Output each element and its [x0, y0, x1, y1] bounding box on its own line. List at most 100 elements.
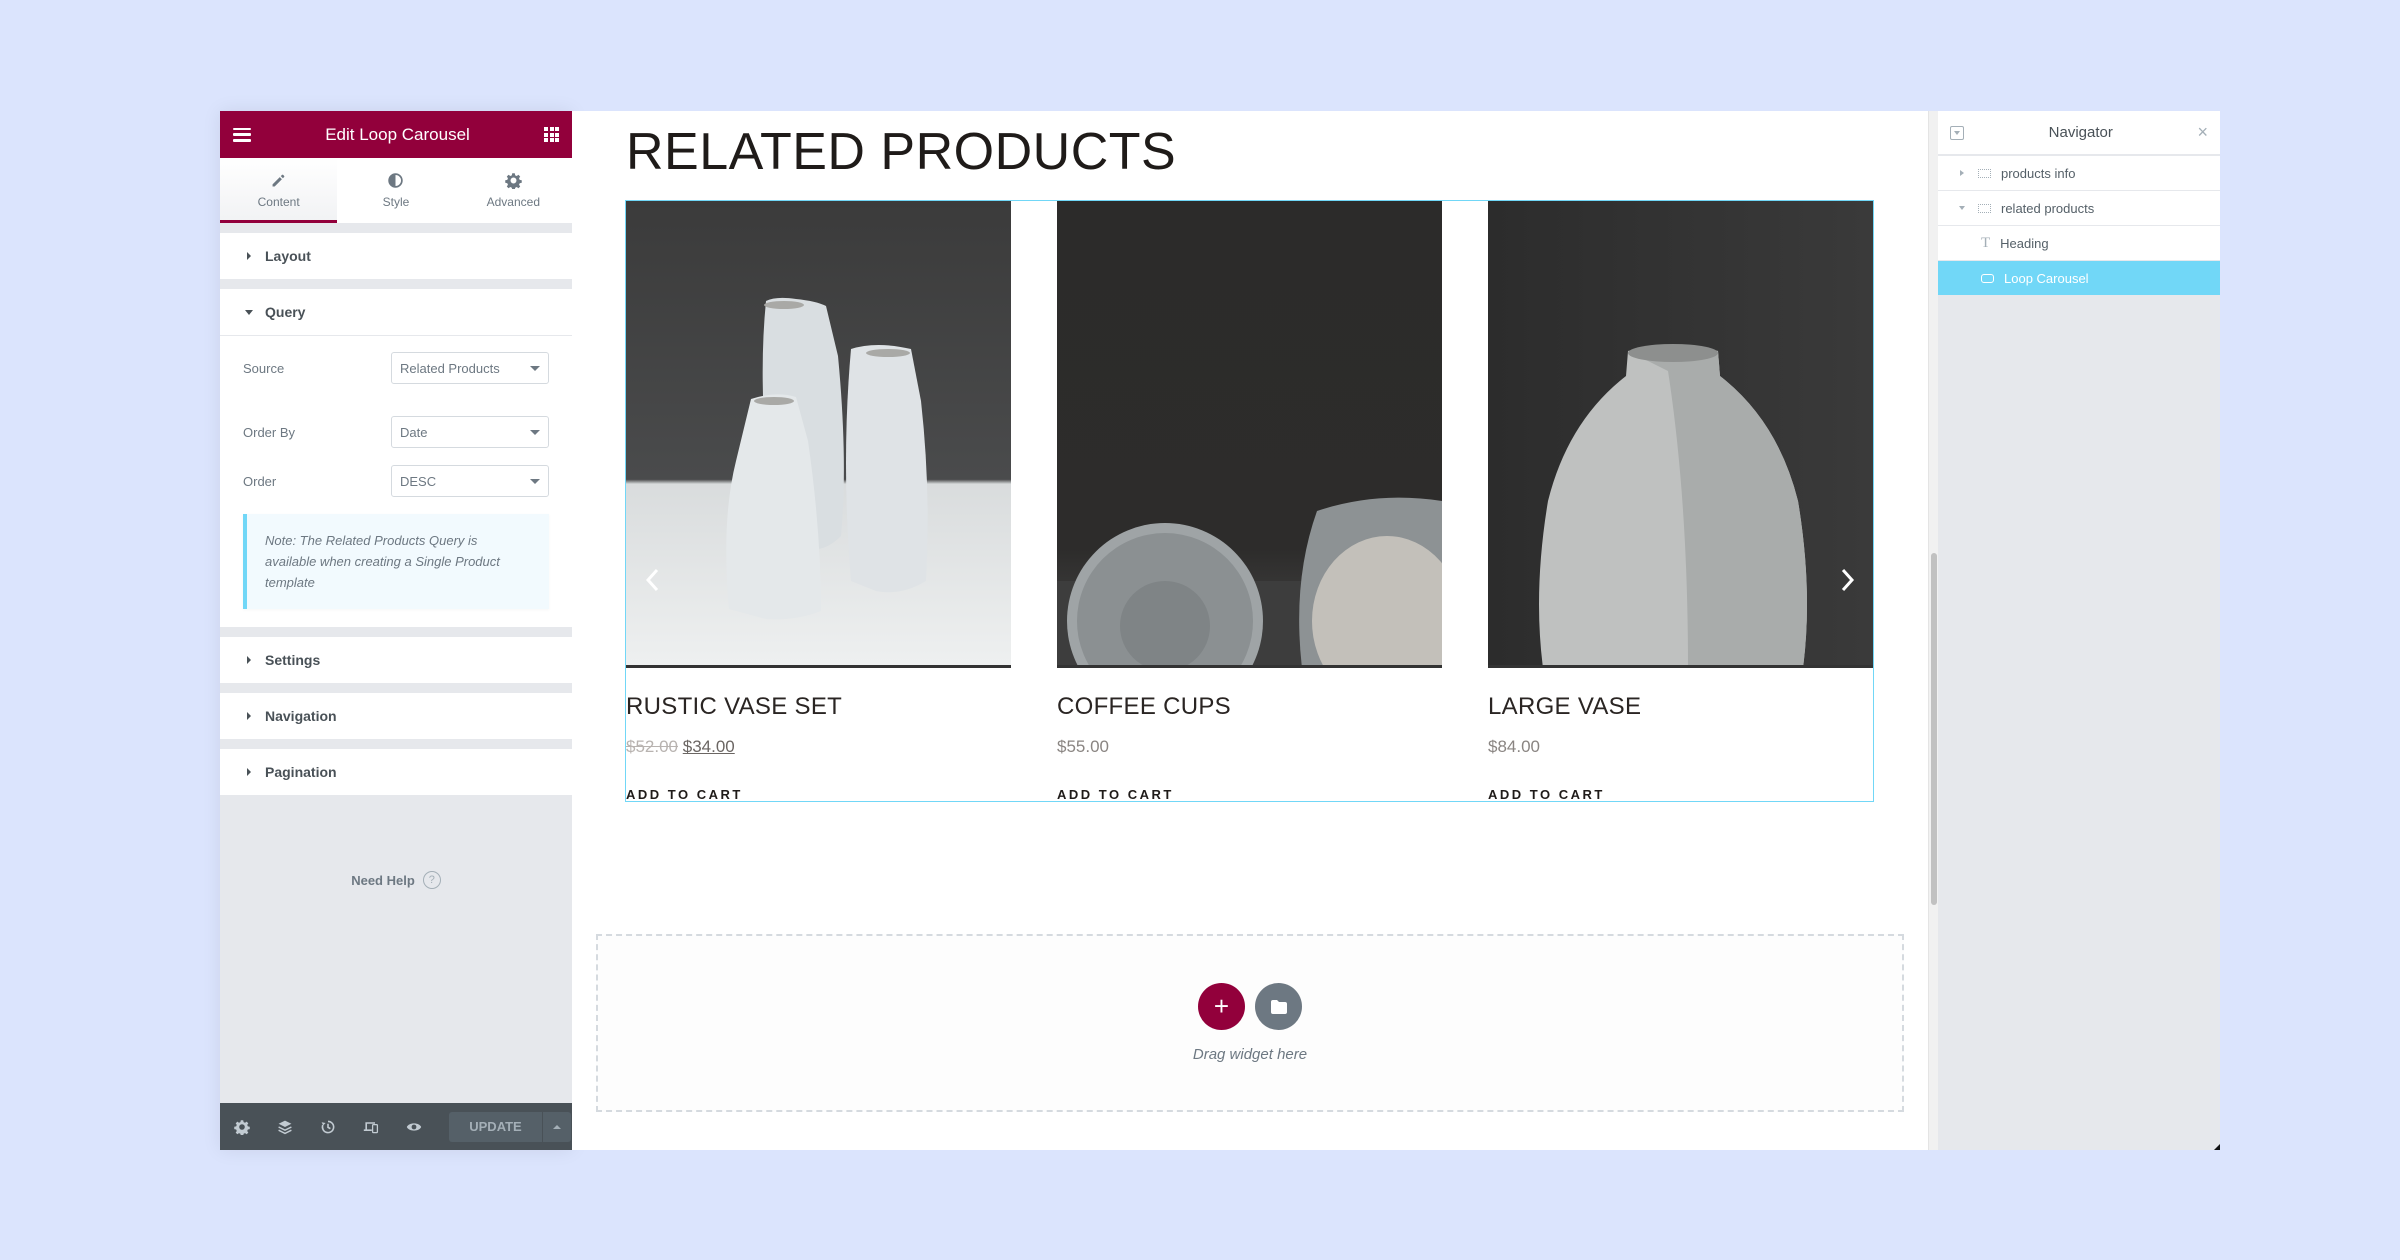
add-template-button[interactable]: [1255, 983, 1302, 1030]
add-to-cart-button[interactable]: ADD TO CART: [626, 787, 1011, 802]
dropzone-actions: +: [1198, 983, 1302, 1030]
order-select[interactable]: DESC: [391, 465, 549, 497]
section-layout-toggle[interactable]: Layout: [220, 233, 572, 279]
nav-item-related-products[interactable]: related products: [1938, 191, 2220, 226]
expand-toggle[interactable]: [1954, 170, 1970, 176]
chevron-down-icon: [530, 429, 540, 435]
navigator-header[interactable]: Navigator ×: [1938, 111, 2220, 156]
product-sale-price: $34.00: [682, 737, 735, 756]
empty-section-dropzone[interactable]: + Drag widget here: [596, 934, 1904, 1112]
rustic-vase-set-image[interactable]: [626, 201, 1011, 668]
nav-item-label: Loop Carousel: [2004, 270, 2089, 286]
dropzone-hint: Drag widget here: [1192, 1046, 1308, 1063]
canvas-scrollbar[interactable]: [1928, 111, 1938, 1150]
product-price: $52.00 $34.00: [626, 737, 1011, 757]
product-card[interactable]: RUSTIC VASE SET $52.00 $34.00 ADD TO CAR…: [626, 201, 1011, 802]
order-by-label: Order By: [243, 424, 296, 440]
query-controls: Source Related Products Order By Date Or…: [220, 335, 572, 627]
order-by-control: Order By Date: [243, 416, 549, 448]
add-section-button[interactable]: +: [1198, 983, 1245, 1030]
caret-right-icon: [1960, 170, 1964, 176]
expand-toggle[interactable]: [1954, 206, 1970, 210]
navigator-title: Navigator: [2048, 124, 2113, 141]
chevron-right-icon: [1841, 568, 1855, 592]
carousel-prev-button[interactable]: [640, 564, 664, 596]
widgets-grid-icon[interactable]: [544, 127, 559, 142]
tab-content[interactable]: Content: [220, 158, 338, 223]
update-button[interactable]: UPDATE: [449, 1111, 543, 1142]
layers-icon: [278, 1120, 292, 1134]
section-query-label: Query: [265, 304, 306, 320]
editor-title: Edit Loop Carousel: [325, 124, 470, 144]
caret-up-icon: [553, 1124, 561, 1129]
caret-right-icon: [247, 712, 251, 720]
carousel-icon: [1981, 273, 1994, 283]
order-control: Order DESC: [243, 465, 549, 497]
tab-content-label: Content: [257, 195, 300, 209]
nav-item-heading[interactable]: T Heading: [1938, 226, 2220, 261]
section-settings: Settings: [220, 637, 572, 683]
caret-down-icon: [1959, 206, 1965, 210]
section-pagination-toggle[interactable]: Pagination: [220, 749, 572, 795]
save-options-button[interactable]: [543, 1112, 571, 1142]
related-products-heading[interactable]: RELATED PRODUCTS: [626, 122, 1176, 182]
add-to-cart-button[interactable]: ADD TO CART: [1488, 787, 1873, 802]
product-price: $55.00: [1057, 737, 1109, 756]
nav-item-loop-carousel[interactable]: Loop Carousel: [1938, 261, 2220, 296]
editor-panel: Edit Loop Carousel Content Style Advance…: [220, 111, 572, 1150]
nav-item-label: related products: [2001, 200, 2095, 216]
history-button[interactable]: [318, 1117, 338, 1137]
responsive-icon: [363, 1121, 379, 1133]
product-card[interactable]: LARGE VASE $84.00 ADD TO CART: [1488, 201, 1873, 802]
need-help-label: Need Help: [351, 872, 415, 888]
navigator-panel: Navigator × products info related produc…: [1938, 111, 2220, 1150]
product-name[interactable]: RUSTIC VASE SET: [626, 693, 1011, 721]
tab-style[interactable]: Style: [337, 158, 454, 223]
preview-button[interactable]: [404, 1117, 424, 1137]
source-value: Related Products: [400, 360, 500, 376]
vase-set-illustration: [726, 297, 928, 620]
close-icon: ×: [2197, 122, 2208, 142]
large-vase-image[interactable]: [1488, 201, 1873, 668]
coffee-cups-image[interactable]: [1057, 201, 1442, 668]
carousel-next-button[interactable]: [1836, 564, 1860, 596]
pencil-icon: [272, 174, 285, 187]
source-control: Source Related Products: [243, 352, 549, 384]
section-navigation-label: Navigation: [265, 708, 337, 724]
settings-button[interactable]: [232, 1117, 252, 1137]
need-help-link[interactable]: Need Help ?: [220, 871, 572, 889]
section-query-toggle[interactable]: Query: [220, 289, 572, 335]
add-to-cart-button[interactable]: ADD TO CART: [1057, 787, 1442, 802]
section-settings-label: Settings: [265, 652, 321, 668]
loop-carousel[interactable]: RUSTIC VASE SET $52.00 $34.00 ADD TO CAR…: [625, 200, 1874, 802]
responsive-mode-button[interactable]: [361, 1117, 381, 1137]
preview-canvas: RELATED PRODUCTS RUSTIC VASE SET $52.00 …: [572, 111, 1928, 1150]
order-value: DESC: [400, 473, 437, 489]
product-price: $84.00: [1488, 737, 1540, 756]
gear-icon: [505, 173, 522, 189]
order-by-select[interactable]: Date: [391, 416, 549, 448]
tab-advanced[interactable]: Advanced: [455, 158, 572, 223]
half-circle-icon: [388, 173, 404, 188]
scrollbar-thumb[interactable]: [1931, 553, 1937, 905]
menu-icon[interactable]: [233, 127, 251, 142]
chevron-left-icon: [645, 568, 659, 592]
product-card[interactable]: COFFEE CUPS $55.00 ADD TO CART: [1057, 201, 1442, 802]
navigator-button[interactable]: [275, 1117, 295, 1137]
section-settings-toggle[interactable]: Settings: [220, 637, 572, 683]
heading-icon: T: [1981, 234, 1991, 251]
source-select[interactable]: Related Products: [391, 352, 549, 384]
nav-item-products-info[interactable]: products info: [1938, 156, 2220, 191]
editor-header: Edit Loop Carousel: [220, 111, 572, 158]
collapse-all-button[interactable]: [1950, 125, 1964, 140]
section-layout: Layout: [220, 233, 572, 279]
section-navigation-toggle[interactable]: Navigation: [220, 693, 572, 739]
product-name[interactable]: COFFEE CUPS: [1057, 693, 1442, 721]
close-navigator-button[interactable]: ×: [2197, 122, 2208, 143]
product-name[interactable]: LARGE VASE: [1488, 693, 1873, 721]
order-label: Order: [243, 473, 277, 489]
editor-tabs: Content Style Advanced: [220, 158, 572, 223]
editor-footer: UPDATE: [220, 1103, 572, 1150]
resize-handle[interactable]: [2214, 1144, 2220, 1150]
caret-right-icon: [247, 656, 251, 664]
